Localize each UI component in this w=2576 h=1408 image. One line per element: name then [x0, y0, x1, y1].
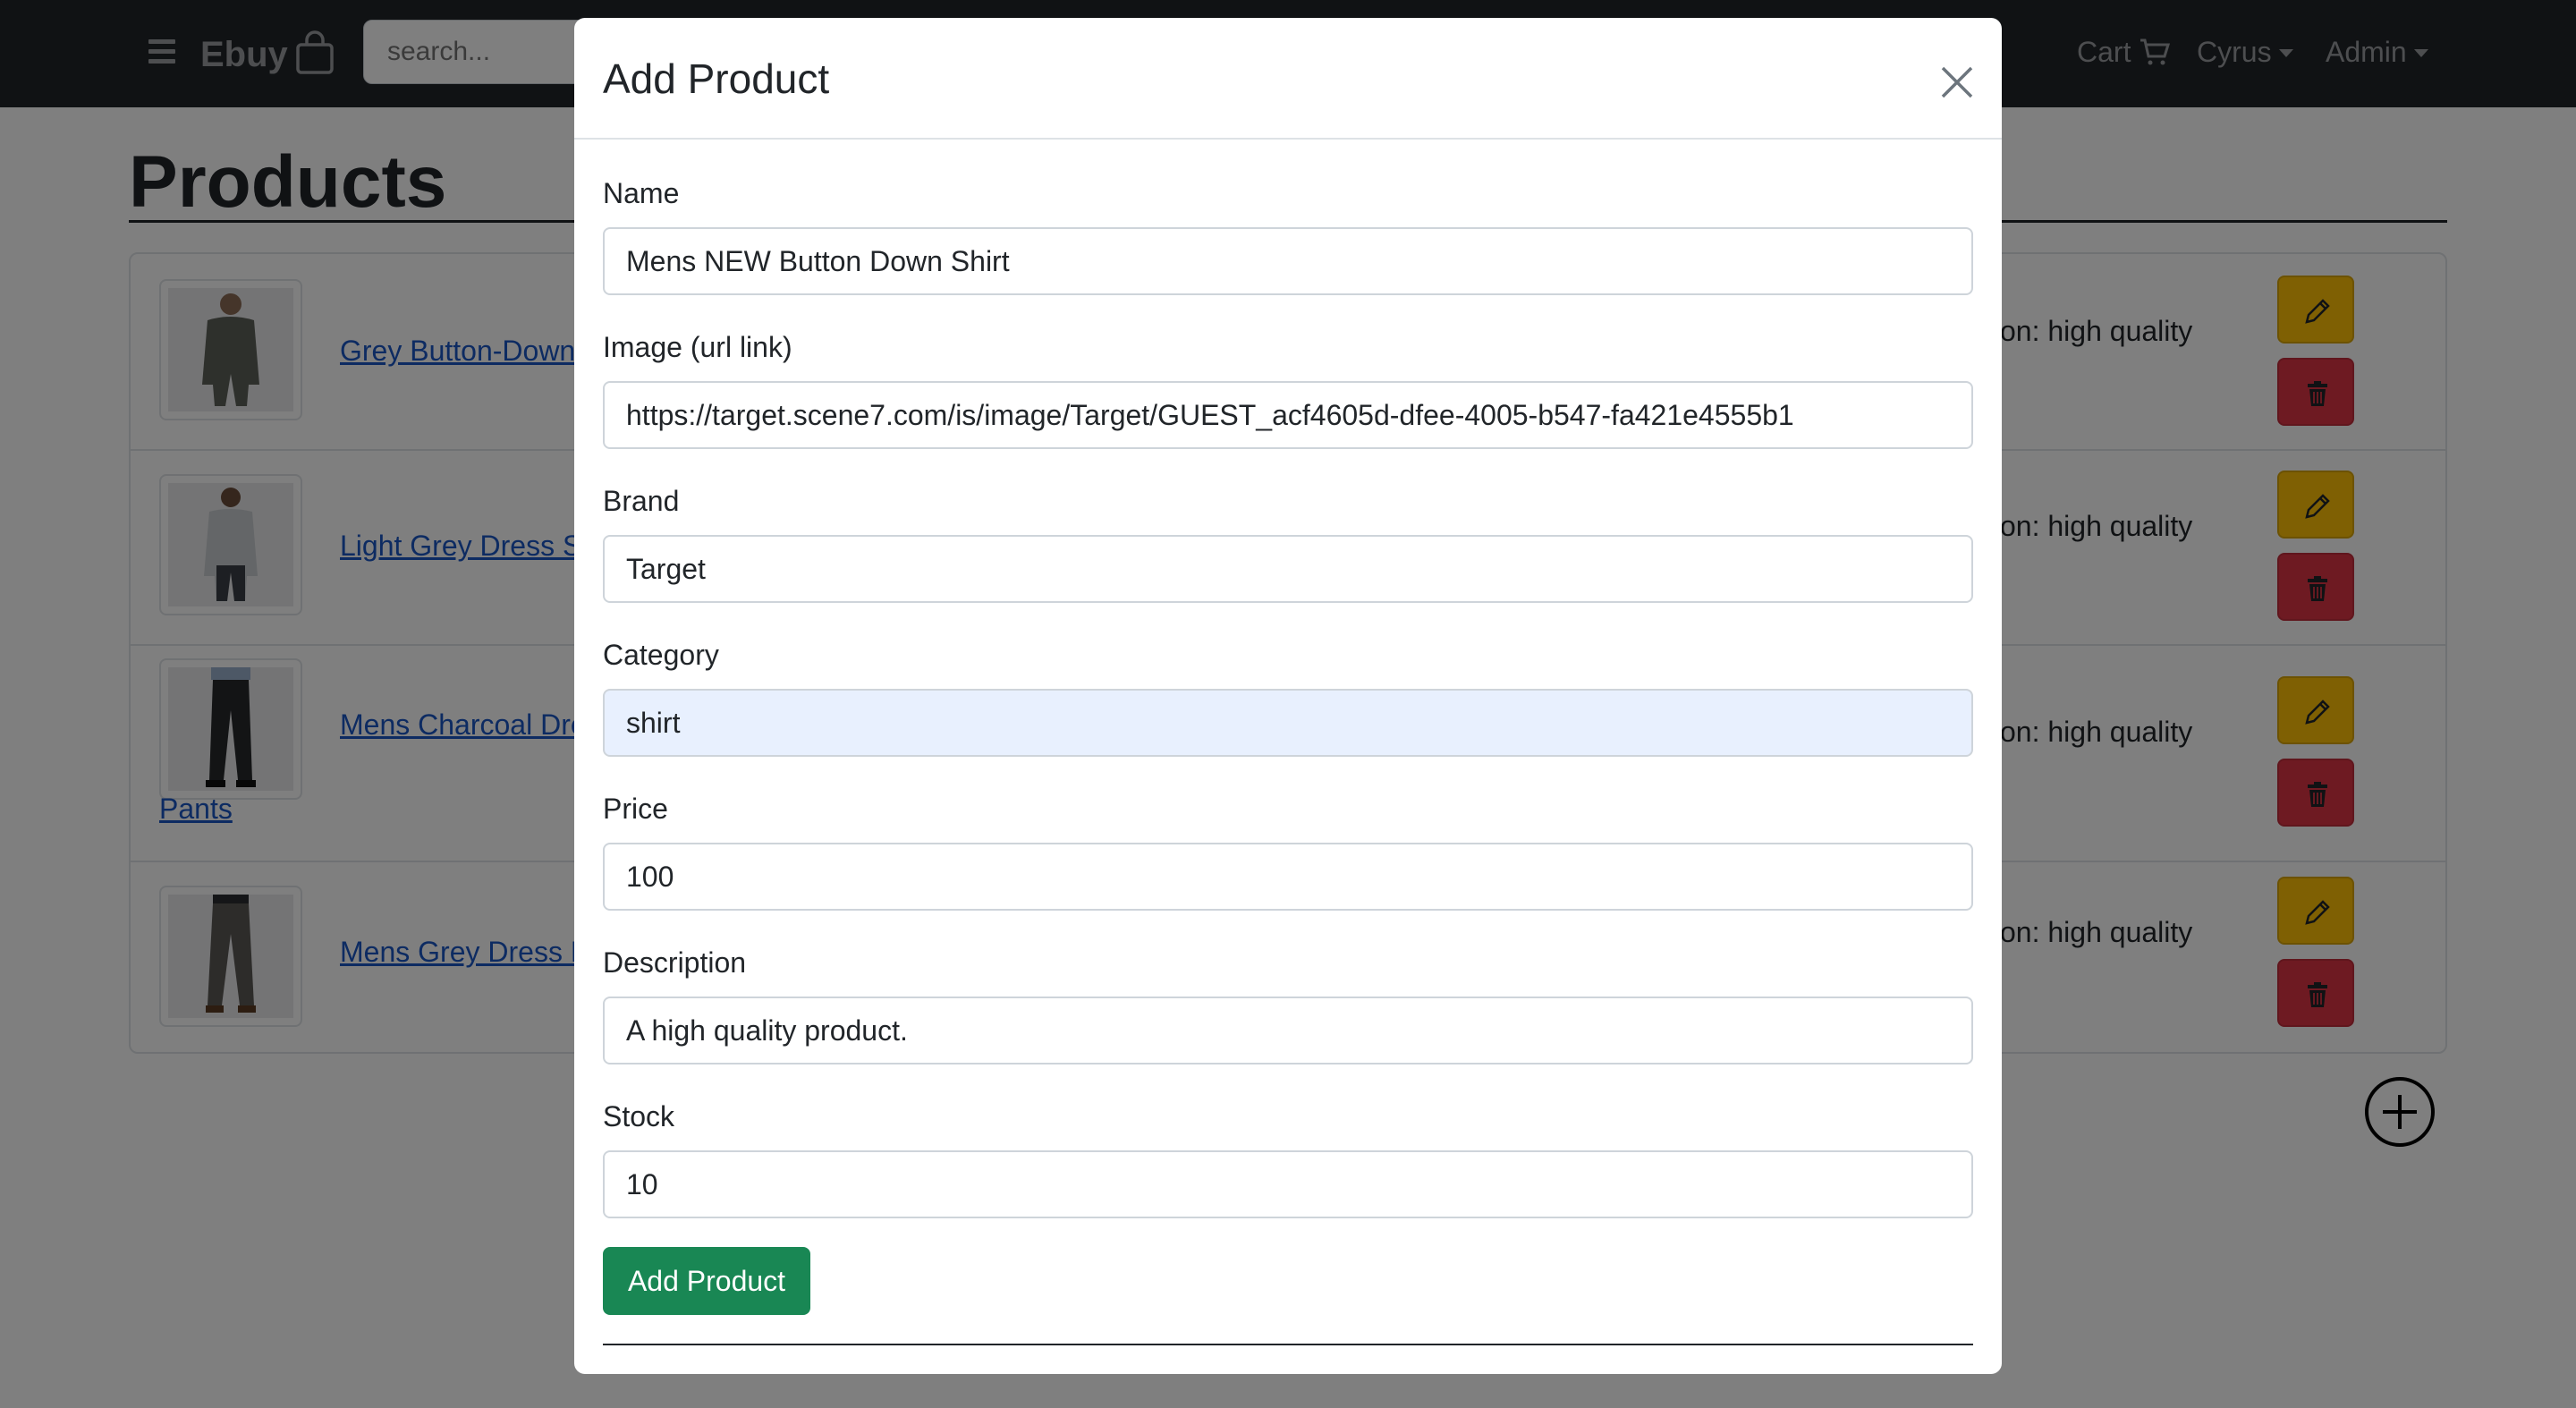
stock-label: Stock — [603, 1100, 675, 1132]
description-label: Description — [603, 946, 747, 979]
add-product-button[interactable]: Add Product — [603, 1247, 810, 1315]
modal-header: Add Product — [574, 18, 2002, 140]
category-label: Category — [603, 639, 719, 671]
modal-divider — [603, 1344, 1973, 1345]
stock-field[interactable] — [603, 1150, 1973, 1218]
add-product-modal: Add Product Name Image (url link) Brand … — [574, 18, 2002, 1374]
image-url-field[interactable] — [603, 381, 1973, 449]
brand-label: Brand — [603, 485, 680, 517]
image-label: Image (url link) — [603, 331, 792, 363]
name-label: Name — [603, 177, 680, 209]
modal-title: Add Product — [603, 55, 830, 102]
brand-field[interactable] — [603, 535, 1973, 603]
price-label: Price — [603, 793, 668, 825]
category-field[interactable] — [603, 689, 1973, 757]
close-icon[interactable] — [1937, 63, 1977, 102]
price-field[interactable] — [603, 843, 1973, 911]
name-field[interactable] — [603, 227, 1973, 295]
description-field[interactable] — [603, 997, 1973, 1064]
